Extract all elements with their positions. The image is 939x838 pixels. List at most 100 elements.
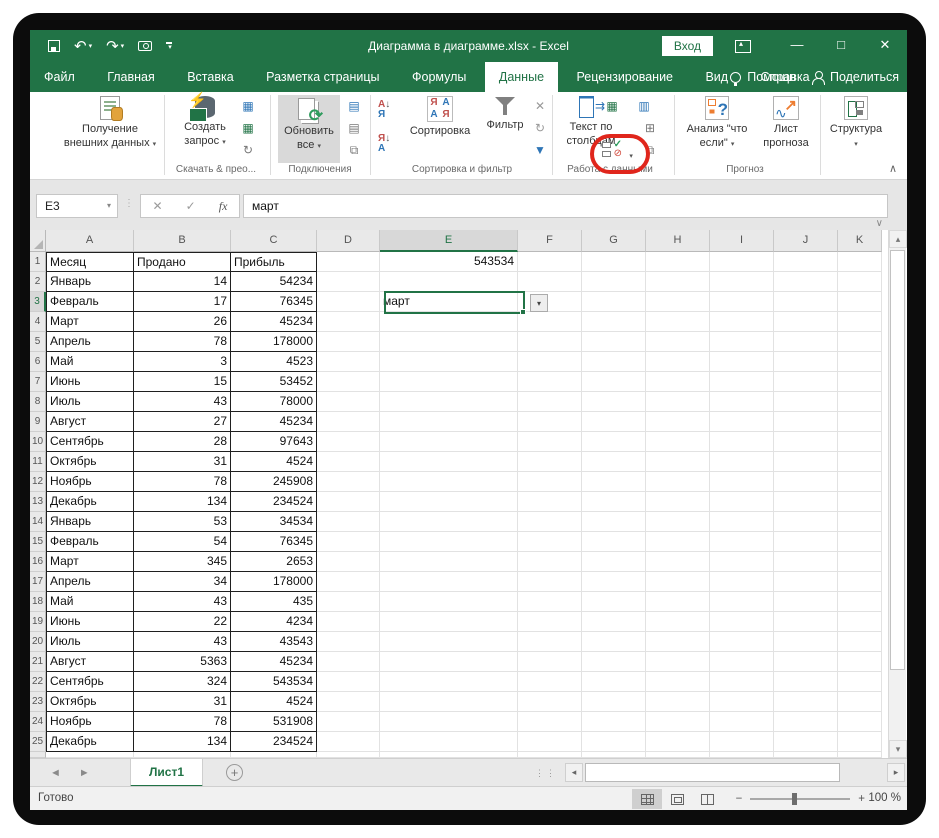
cell-B13[interactable]: 134 xyxy=(134,492,231,512)
cell-G21[interactable] xyxy=(582,652,646,672)
column-header-G[interactable]: G xyxy=(582,230,646,252)
column-header-J[interactable]: J xyxy=(774,230,838,252)
cell-C11[interactable]: 4524 xyxy=(231,452,317,472)
data-validation-button[interactable]: ✓⊘ ▾ xyxy=(602,142,633,160)
cell-J2[interactable] xyxy=(774,272,838,292)
cell-C13[interactable]: 234524 xyxy=(231,492,317,512)
cell-J8[interactable] xyxy=(774,392,838,412)
cell-J14[interactable] xyxy=(774,512,838,532)
cell-I14[interactable] xyxy=(710,512,774,532)
cell-J5[interactable] xyxy=(774,332,838,352)
cell-E15[interactable] xyxy=(380,532,518,552)
cell-K9[interactable] xyxy=(838,412,882,432)
cell-B24[interactable]: 78 xyxy=(134,712,231,732)
cell-B14[interactable]: 53 xyxy=(134,512,231,532)
cell-A24[interactable]: Ноябрь xyxy=(46,712,134,732)
name-box-dropdown-icon[interactable]: ▾ xyxy=(107,195,111,217)
cell-A20[interactable]: Июль xyxy=(46,632,134,652)
cell-K25[interactable] xyxy=(838,732,882,752)
cell-K13[interactable] xyxy=(838,492,882,512)
cell-J10[interactable] xyxy=(774,432,838,452)
cell-B8[interactable]: 43 xyxy=(134,392,231,412)
cell-D16[interactable] xyxy=(317,552,380,572)
cell-E11[interactable] xyxy=(380,452,518,472)
cell-D2[interactable] xyxy=(317,272,380,292)
cell-E1[interactable]: 543534 xyxy=(380,252,518,272)
cell-D25[interactable] xyxy=(317,732,380,752)
cell-E18[interactable] xyxy=(380,592,518,612)
cell-A10[interactable]: Сентябрь xyxy=(46,432,134,452)
properties-icon[interactable]: ▤ xyxy=(346,120,362,136)
sort-za-icon[interactable]: Я↓А xyxy=(378,134,390,154)
cell-C21[interactable]: 45234 xyxy=(231,652,317,672)
show-queries-icon[interactable]: ▦ xyxy=(240,98,256,114)
cell-I1[interactable] xyxy=(710,252,774,272)
cell-G10[interactable] xyxy=(582,432,646,452)
cell-J18[interactable] xyxy=(774,592,838,612)
cell-E23[interactable] xyxy=(380,692,518,712)
cell-F1[interactable] xyxy=(518,252,582,272)
cell-C23[interactable]: 4524 xyxy=(231,692,317,712)
formula-input[interactable]: март ∨ xyxy=(243,194,888,218)
cell-G16[interactable] xyxy=(582,552,646,572)
cell-J24[interactable] xyxy=(774,712,838,732)
column-header-C[interactable]: C xyxy=(231,230,317,252)
cell-I8[interactable] xyxy=(710,392,774,412)
cell-B17[interactable]: 34 xyxy=(134,572,231,592)
edit-links-icon[interactable]: ⧉ xyxy=(346,142,362,158)
cell-I22[interactable] xyxy=(710,672,774,692)
cell-D19[interactable] xyxy=(317,612,380,632)
cell-G19[interactable] xyxy=(582,612,646,632)
cell-I19[interactable] xyxy=(710,612,774,632)
outline-button[interactable]: Структура▾ xyxy=(826,95,886,151)
sort-az-icon[interactable]: А↓Я xyxy=(378,100,390,120)
cell-I7[interactable] xyxy=(710,372,774,392)
cell-H22[interactable] xyxy=(646,672,710,692)
cell-K14[interactable] xyxy=(838,512,882,532)
row-header-8[interactable]: 8 xyxy=(30,392,46,412)
cell-F14[interactable] xyxy=(518,512,582,532)
row-header-21[interactable]: 21 xyxy=(30,652,46,672)
cell-F20[interactable] xyxy=(518,632,582,652)
view-page-break-button[interactable] xyxy=(692,789,722,809)
cell-D3[interactable] xyxy=(317,292,380,312)
cell-B15[interactable]: 54 xyxy=(134,532,231,552)
vertical-scrollbar[interactable]: ▴ ▾ xyxy=(888,230,906,758)
assistant-label[interactable]: Помощн xyxy=(747,70,796,84)
cell-F7[interactable] xyxy=(518,372,582,392)
sign-in-button[interactable]: Вход xyxy=(662,36,713,56)
name-box[interactable]: E3 ▾ xyxy=(36,194,118,218)
cell-B4[interactable]: 26 xyxy=(134,312,231,332)
cell-E10[interactable] xyxy=(380,432,518,452)
column-header-F[interactable]: F xyxy=(518,230,582,252)
cell-D15[interactable] xyxy=(317,532,380,552)
cell-F8[interactable] xyxy=(518,392,582,412)
cell-F25[interactable] xyxy=(518,732,582,752)
row-header-16[interactable]: 16 xyxy=(30,552,46,572)
cell-F9[interactable] xyxy=(518,412,582,432)
cell-C15[interactable]: 76345 xyxy=(231,532,317,552)
consolidate-icon[interactable]: ⊞ xyxy=(642,120,658,136)
cell-D5[interactable] xyxy=(317,332,380,352)
cell-H5[interactable] xyxy=(646,332,710,352)
cell-G25[interactable] xyxy=(582,732,646,752)
cell-B9[interactable]: 27 xyxy=(134,412,231,432)
cell-I10[interactable] xyxy=(710,432,774,452)
cell-I5[interactable] xyxy=(710,332,774,352)
cell-A22[interactable]: Сентябрь xyxy=(46,672,134,692)
cell-A5[interactable]: Апрель xyxy=(46,332,134,352)
cell-H21[interactable] xyxy=(646,652,710,672)
row-header-25[interactable]: 25 xyxy=(30,732,46,752)
cell-C10[interactable]: 97643 xyxy=(231,432,317,452)
cell-J9[interactable] xyxy=(774,412,838,432)
cell-B11[interactable]: 31 xyxy=(134,452,231,472)
horizontal-scroll-thumb[interactable] xyxy=(585,763,840,782)
cell-A9[interactable]: Август xyxy=(46,412,134,432)
select-all-corner[interactable] xyxy=(30,230,46,252)
cell-A15[interactable]: Февраль xyxy=(46,532,134,552)
cell-A12[interactable]: Ноябрь xyxy=(46,472,134,492)
row-header-6[interactable]: 6 xyxy=(30,352,46,372)
cell-J25[interactable] xyxy=(774,732,838,752)
cell-A3[interactable]: Февраль xyxy=(46,292,134,312)
cell-I23[interactable] xyxy=(710,692,774,712)
